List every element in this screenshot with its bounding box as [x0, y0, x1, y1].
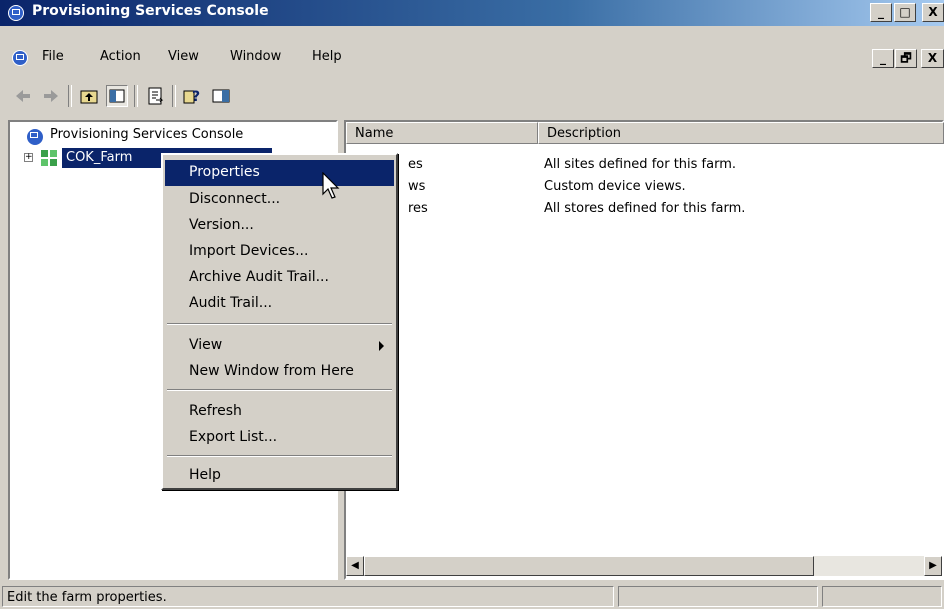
status-pane-3 [822, 586, 942, 607]
toolbar-separator [68, 85, 72, 107]
column-header-name[interactable]: Name [346, 122, 538, 144]
menu-bar: File Action View Window Help _ 🗗 X [0, 44, 944, 72]
svg-text:?: ? [192, 89, 200, 105]
menu-item-disconnect[interactable]: Disconnect... [165, 187, 394, 213]
menu-file[interactable]: File [42, 49, 64, 64]
menu-item-label: Export List... [189, 429, 278, 445]
toolbar-separator [172, 85, 176, 107]
list-pane[interactable]: Name Description es All sites defined fo… [344, 120, 944, 580]
menu-item-properties[interactable]: Properties [165, 160, 394, 186]
list-item[interactable]: res All stores defined for this farm. [346, 198, 944, 220]
menu-item-version[interactable]: Version... [165, 213, 394, 239]
menu-item-label: Import Devices... [189, 243, 309, 259]
scroll-left-button[interactable]: ◀ [346, 556, 364, 576]
status-bar: Edit the farm properties. [0, 584, 944, 609]
mdi-minimize-button[interactable]: _ [872, 49, 894, 68]
menu-window-label: Window [230, 49, 282, 64]
menu-item-help[interactable]: Help [165, 463, 394, 489]
menu-item-view[interactable]: View [165, 333, 394, 359]
mdi-close-button[interactable]: X [921, 49, 944, 68]
list-item[interactable]: ws Custom device views. [346, 176, 944, 198]
forward-arrow-icon[interactable] [40, 85, 62, 107]
list-item-description: All stores defined for this farm. [544, 201, 746, 216]
menu-item-refresh[interactable]: Refresh [165, 399, 394, 425]
list-item-name: es [408, 157, 423, 172]
minimize-button[interactable]: _ [870, 3, 892, 22]
list-item-description: Custom device views. [544, 179, 686, 194]
list-item-description: All sites defined for this farm. [544, 157, 737, 172]
menu-separator [167, 455, 392, 457]
status-pane-2 [618, 586, 818, 607]
horizontal-scrollbar[interactable]: ◀ ▶ [346, 556, 942, 576]
tree-expand-toggle[interactable]: + [24, 153, 33, 162]
menu-item-label: Version... [189, 217, 254, 233]
menu-item-label: View [189, 337, 223, 353]
list-item-name: ws [408, 179, 426, 194]
menu-item-label: Help [189, 467, 221, 483]
menu-separator [167, 389, 392, 391]
menu-item-export-list[interactable]: Export List... [165, 425, 394, 451]
menu-help[interactable]: Help [312, 49, 342, 64]
menu-item-archive-audit-trail[interactable]: Archive Audit Trail... [165, 265, 394, 291]
menu-action[interactable]: Action [100, 49, 141, 64]
menu-item-audit-trail[interactable]: Audit Trail... [165, 291, 394, 317]
menu-window[interactable]: Window [230, 49, 281, 64]
show-hide-action-pane-icon[interactable] [210, 85, 232, 107]
window-title: Provisioning Services Console [32, 3, 269, 19]
help-icon[interactable]: ? [182, 85, 204, 107]
list-item-name: res [408, 201, 428, 216]
menu-item-label: Archive Audit Trail... [189, 269, 329, 285]
context-menu: Properties Disconnect... Version... Impo… [161, 153, 398, 490]
menu-item-label: Disconnect... [189, 191, 281, 207]
menu-item-label: Refresh [189, 403, 242, 419]
menu-view[interactable]: View [168, 49, 199, 64]
maximize-button[interactable]: □ [894, 3, 916, 22]
column-header-description[interactable]: Description [538, 122, 944, 144]
back-arrow-icon[interactable] [12, 85, 34, 107]
menu-item-label: New Window from Here [189, 363, 354, 379]
submenu-arrow-icon [379, 341, 384, 351]
title-bar[interactable]: Provisioning Services Console _ □ X [0, 0, 944, 26]
scrollbar-thumb[interactable] [364, 556, 814, 576]
document-system-menu-icon[interactable] [12, 50, 28, 66]
toolbar: ? [0, 79, 944, 113]
menu-item-import-devices[interactable]: Import Devices... [165, 239, 394, 265]
menu-file-label: File [42, 49, 64, 64]
mdi-restore-button[interactable]: 🗗 [895, 49, 917, 68]
scroll-right-button[interactable]: ▶ [924, 556, 942, 576]
console-root-icon [26, 128, 44, 146]
mouse-cursor-icon [322, 172, 340, 199]
menu-action-label: Action [100, 49, 141, 64]
menu-help-label: Help [312, 49, 342, 64]
status-text: Edit the farm properties. [2, 586, 614, 607]
export-list-icon[interactable] [144, 85, 166, 107]
tree-root-label[interactable]: Provisioning Services Console [50, 127, 243, 142]
menu-item-new-window-from-here[interactable]: New Window from Here [165, 359, 394, 385]
menu-item-label: Audit Trail... [189, 295, 273, 311]
menu-item-label: Properties [189, 164, 260, 180]
toolbar-separator [134, 85, 138, 107]
menu-view-label: View [168, 49, 199, 64]
list-item[interactable]: es All sites defined for this farm. [346, 154, 944, 176]
console-app-icon [8, 5, 24, 21]
show-hide-tree-icon[interactable] [106, 85, 128, 107]
tree-item-farm-label: COK_Farm [66, 150, 133, 165]
up-folder-icon[interactable] [78, 85, 100, 107]
close-button[interactable]: X [922, 3, 944, 22]
menu-separator [167, 323, 392, 325]
farm-icon [40, 149, 58, 167]
